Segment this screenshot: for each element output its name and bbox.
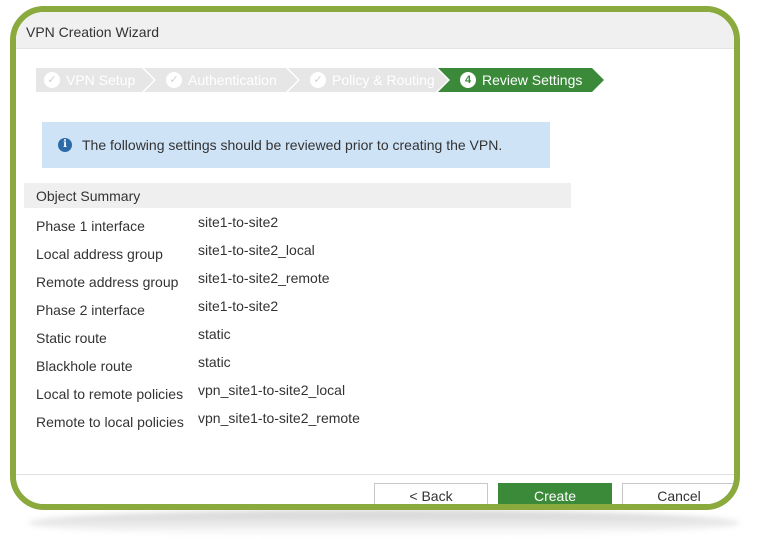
summary-row: Static route static bbox=[36, 326, 556, 350]
check-icon: ✓ bbox=[44, 72, 60, 88]
object-summary-title: Object Summary bbox=[36, 188, 141, 204]
step-policy-routing: ✓ Policy & Routing bbox=[288, 68, 448, 92]
create-button[interactable]: Create bbox=[498, 483, 612, 504]
summary-key: Phase 2 interface bbox=[36, 302, 145, 318]
step-label: Policy & Routing bbox=[332, 72, 435, 88]
summary-row: Remote address group site1-to-site2_remo… bbox=[36, 270, 556, 294]
check-icon: ✓ bbox=[166, 72, 182, 88]
summary-key: Blackhole route bbox=[36, 358, 133, 374]
summary-row: Blackhole route static bbox=[36, 354, 556, 378]
back-button[interactable]: < Back bbox=[374, 483, 488, 504]
info-banner: i The following settings should be revie… bbox=[42, 122, 550, 168]
summary-key: Local to remote policies bbox=[36, 386, 184, 402]
summary-value: static bbox=[198, 326, 231, 342]
step-review-settings: 4 Review Settings bbox=[438, 68, 604, 92]
summary-key: Phase 1 interface bbox=[36, 218, 145, 234]
summary-value: static bbox=[198, 354, 231, 370]
summary-key: Remote address group bbox=[36, 274, 179, 290]
info-text: The following settings should be reviewe… bbox=[82, 137, 503, 153]
summary-row: Phase 2 interface site1-to-site2 bbox=[36, 298, 556, 322]
step-number-icon: 4 bbox=[460, 72, 476, 88]
title-bar: VPN Creation Wizard bbox=[16, 12, 734, 49]
check-icon: ✓ bbox=[310, 72, 326, 88]
summary-row: Local to remote policies vpn_site1-to-si… bbox=[36, 382, 556, 406]
step-label: Review Settings bbox=[482, 72, 583, 88]
button-bar: < Back Create Cancel bbox=[16, 474, 734, 504]
summary-value: vpn_site1-to-site2_remote bbox=[198, 410, 360, 426]
step-label: Authentication bbox=[188, 72, 277, 88]
step-vpn-setup: ✓ VPN Setup bbox=[36, 68, 154, 92]
info-icon: i bbox=[58, 138, 72, 152]
summary-row: Local address group site1-to-site2_local bbox=[36, 242, 556, 266]
summary-value: site1-to-site2 bbox=[198, 214, 279, 230]
summary-row: Phase 1 interface site1-to-site2 bbox=[36, 214, 556, 238]
window-title: VPN Creation Wizard bbox=[26, 24, 160, 40]
step-label: VPN Setup bbox=[66, 72, 136, 88]
summary-key: Static route bbox=[36, 330, 107, 346]
frame-shadow bbox=[28, 510, 740, 536]
summary-key: Remote to local policies bbox=[36, 414, 184, 430]
summary-value: vpn_site1-to-site2_local bbox=[198, 382, 346, 398]
summary-row: Remote to local policies vpn_site1-to-si… bbox=[36, 410, 556, 434]
summary-value: site1-to-site2_remote bbox=[198, 270, 330, 286]
summary-key: Local address group bbox=[36, 246, 163, 262]
summary-value: site1-to-site2 bbox=[198, 298, 279, 314]
object-summary-header: Object Summary bbox=[24, 183, 571, 208]
cancel-button[interactable]: Cancel bbox=[622, 483, 734, 504]
wizard-window: VPN Creation Wizard ✓ VPN Setup ✓ Authenti… bbox=[10, 6, 740, 510]
summary-value: site1-to-site2_local bbox=[198, 242, 315, 258]
step-authentication: ✓ Authentication bbox=[144, 68, 298, 92]
